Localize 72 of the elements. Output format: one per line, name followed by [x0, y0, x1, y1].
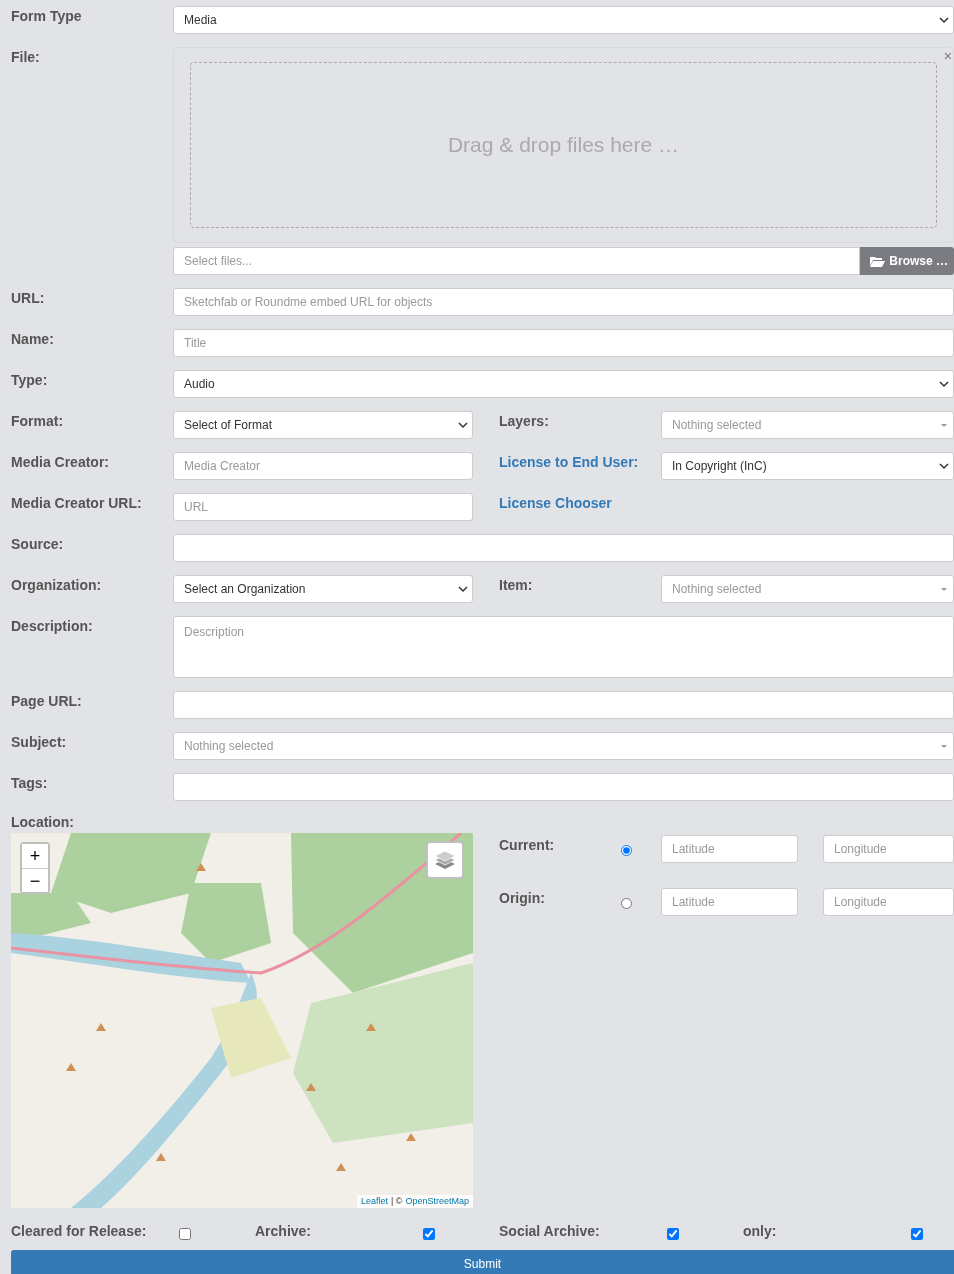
- checkbox-label: Archive:: [255, 1222, 313, 1241]
- input-field[interactable]: [173, 691, 954, 719]
- radio-button[interactable]: [621, 845, 632, 856]
- field-label: Layers:: [499, 412, 550, 431]
- field-label: Media Creator:: [11, 453, 111, 472]
- attribution-link[interactable]: OpenStreetMap: [405, 1194, 469, 1208]
- multiselect-field[interactable]: Nothing selected: [173, 732, 954, 760]
- input-field[interactable]: [173, 773, 954, 801]
- browse-button[interactable]: Browse …: [860, 247, 954, 275]
- caret-icon: [939, 462, 949, 470]
- multiselect-field[interactable]: Nothing selected: [661, 575, 954, 603]
- field-label: Location:: [11, 813, 75, 832]
- field-label: Source:: [11, 535, 65, 554]
- field-label: Item:: [499, 576, 534, 595]
- folder-icon: [870, 255, 886, 267]
- field-label: Current:: [499, 836, 556, 855]
- checkbox[interactable]: [179, 1227, 191, 1240]
- field-label: Tags:: [11, 774, 49, 793]
- select-field[interactable]: Select of Format: [173, 411, 473, 439]
- latitude-field[interactable]: Latitude: [661, 888, 798, 916]
- caret-icon: [939, 421, 949, 429]
- label-link[interactable]: License Chooser: [499, 493, 661, 514]
- input-field[interactable]: Media Creator: [173, 452, 473, 480]
- submit-button[interactable]: Submit: [11, 1250, 954, 1274]
- checkbox-label: Social Archive:: [499, 1222, 601, 1241]
- longitude-field[interactable]: Longitude: [823, 835, 954, 863]
- caret-icon: [939, 742, 949, 750]
- attribution-link[interactable]: Leaflet: [360, 1194, 388, 1208]
- checkbox[interactable]: [667, 1227, 679, 1240]
- field-label: Organization:: [11, 576, 103, 595]
- caret-icon: [939, 380, 949, 388]
- latitude-field[interactable]: Latitude: [661, 835, 798, 863]
- caret-icon: [458, 421, 468, 429]
- field-label: Name:: [11, 330, 55, 349]
- select-field[interactable]: Media: [173, 6, 954, 34]
- select-field[interactable]: In Copyright (InC): [661, 452, 954, 480]
- field-label: Description:: [11, 617, 94, 636]
- checkbox[interactable]: [423, 1227, 435, 1240]
- input-field[interactable]: [173, 534, 954, 562]
- select-field[interactable]: Select an Organization: [173, 575, 473, 603]
- field-label: Page URL:: [11, 692, 83, 711]
- label-link[interactable]: License to End User:: [499, 452, 661, 473]
- checkbox[interactable]: [911, 1227, 923, 1240]
- field-label: Media Creator URL:: [11, 494, 143, 513]
- close-button[interactable]: ×: [943, 46, 952, 67]
- select-field[interactable]: Audio: [173, 370, 954, 398]
- field-label: File:: [11, 48, 41, 67]
- radio-button[interactable]: [621, 898, 632, 909]
- attribution-text: | ©: [390, 1194, 403, 1208]
- input-field[interactable]: Sketchfab or Roundme embed URL for objects: [173, 288, 954, 316]
- layers-icon: [434, 850, 456, 870]
- caret-icon: [458, 585, 468, 593]
- zoom-out-button[interactable]: −: [22, 868, 48, 892]
- dropzone-text: Drag & drop files here …: [447, 132, 680, 159]
- file-name-field[interactable]: Select files...: [173, 247, 861, 275]
- field-label: Form Type: [11, 7, 83, 26]
- checkbox-label: Cleared for Release:: [11, 1222, 148, 1241]
- field-label: Type:: [11, 371, 49, 390]
- field-label: Format:: [11, 412, 65, 431]
- input-field[interactable]: Title: [173, 329, 954, 357]
- checkbox-label: only:: [743, 1222, 778, 1241]
- field-label: Subject:: [11, 733, 68, 752]
- textarea-field[interactable]: Description: [173, 616, 954, 678]
- layers-button[interactable]: [426, 841, 464, 879]
- caret-icon: [939, 585, 949, 593]
- dropzone[interactable]: Drag & drop files here … ×: [173, 47, 954, 243]
- multiselect-field[interactable]: Nothing selected: [661, 411, 954, 439]
- field-label: Origin:: [499, 889, 546, 908]
- longitude-field[interactable]: Longitude: [823, 888, 954, 916]
- input-field[interactable]: URL: [173, 493, 473, 521]
- field-label: URL:: [11, 289, 46, 308]
- caret-icon: [939, 16, 949, 24]
